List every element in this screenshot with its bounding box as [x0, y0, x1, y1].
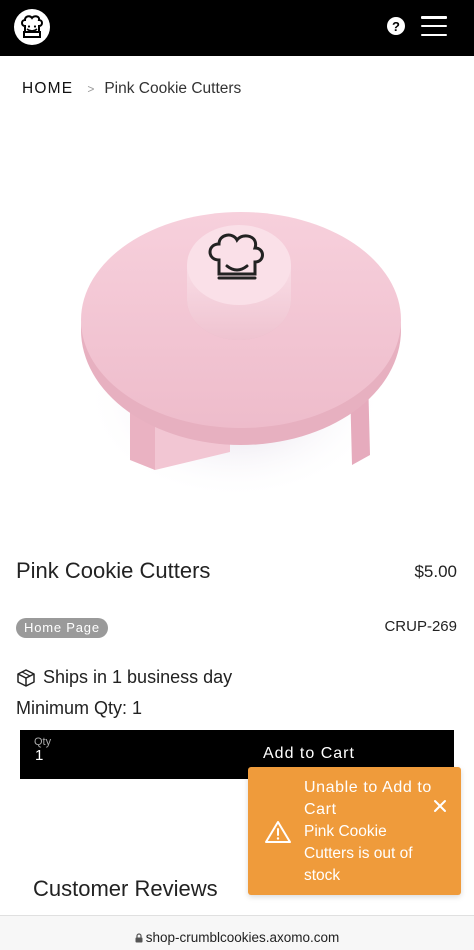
chef-logo-icon[interactable] [14, 9, 50, 45]
help-icon[interactable]: ? [387, 17, 405, 35]
add-to-cart-button[interactable]: Add to Cart [263, 745, 355, 763]
box-icon [17, 668, 35, 687]
pink-cookie-cutter-image [81, 212, 401, 500]
toast-title: Unable to Add to Cart [304, 779, 432, 818]
warning-icon [265, 821, 291, 843]
toast-message: Pink Cookie Cutters is out of stock [304, 823, 413, 884]
close-icon[interactable] [433, 799, 447, 813]
minimum-quantity: Minimum Qty: 1 [16, 698, 143, 718]
product-title: Pink Cookie Cutters [16, 558, 211, 583]
hamburger-menu-icon[interactable] [421, 16, 447, 36]
shipping-info: Ships in 1 business day [16, 667, 232, 688]
category-badge[interactable]: Home Page [16, 618, 108, 638]
breadcrumb-current: Pink Cookie Cutters [104, 80, 242, 97]
qty-input[interactable]: 1 [35, 747, 43, 764]
product-sku: CRUP-269 [384, 618, 457, 635]
url-text: shop-crumblcookies.axomo.com [145, 930, 340, 945]
product-price: $5.00 [414, 562, 457, 581]
url-display[interactable]: shop-crumblcookies.axomo.com [0, 930, 474, 945]
breadcrumb: HOME > Pink Cookie Cutters [22, 78, 241, 100]
shipping-text: Ships in 1 business day [43, 667, 233, 687]
lock-icon [135, 933, 143, 943]
chef-logo-glyph [21, 15, 43, 38]
breadcrumb-home-link[interactable]: HOME [22, 80, 73, 98]
customer-reviews-heading: Customer Reviews [33, 876, 218, 901]
error-toast: Unable to Add to Cart Pink Cookie Cutter… [248, 767, 461, 895]
browser-address-bar[interactable]: shop-crumblcookies.axomo.com [0, 915, 474, 950]
breadcrumb-separator: > [87, 82, 95, 96]
top-nav-bar: ? [0, 0, 474, 56]
